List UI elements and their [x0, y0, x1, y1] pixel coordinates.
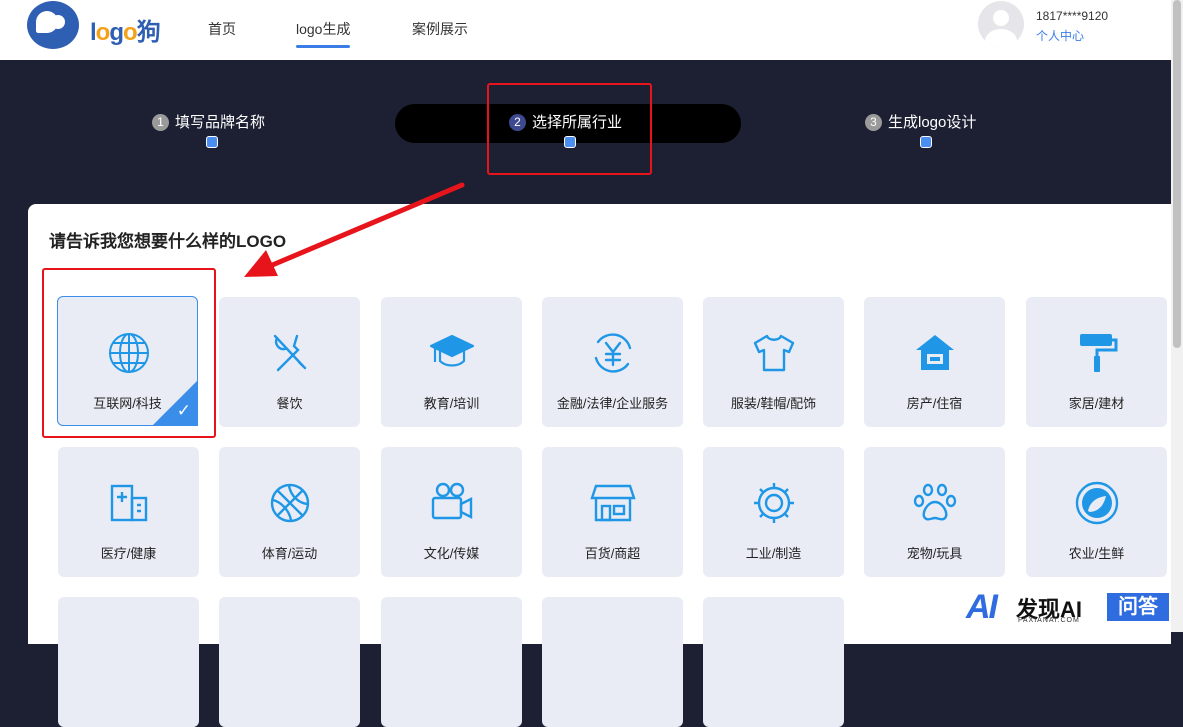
fork-knife-icon — [273, 334, 307, 372]
industry-card-agriculture[interactable]: 农业/生鲜 — [1026, 447, 1167, 577]
scroll-thumb[interactable] — [1173, 0, 1181, 348]
annotation-box-card — [42, 268, 216, 438]
industry-card-retail[interactable]: 百货/商超 — [542, 447, 683, 577]
industry-card-finance[interactable]: 金融/法律/企业服务 — [542, 297, 683, 427]
industry-card-catering[interactable]: 餐饮 — [219, 297, 360, 427]
user-center-link[interactable]: 个人中心 — [1036, 27, 1084, 44]
step-3[interactable]: 3 生成logo设计 — [865, 111, 976, 132]
avatar[interactable] — [978, 1, 1024, 47]
industry-card-row3-1[interactable] — [58, 597, 199, 727]
top-header: logo狗 首页 logo生成 案例展示 1817****9120 个人中心 — [0, 0, 1171, 60]
industry-label: 体育/运动 — [261, 546, 318, 561]
step-3-dot — [920, 136, 932, 148]
nav-logo-generate[interactable]: logo生成 — [296, 19, 351, 48]
scrollbar[interactable] — [1171, 0, 1183, 632]
industry-label: 宠物/玩具 — [906, 546, 963, 561]
industry-card-row3-3[interactable] — [381, 597, 522, 727]
logo-wordmark[interactable]: logo狗 — [90, 12, 161, 47]
step-1[interactable]: 1 填写品牌名称 — [152, 111, 265, 132]
industry-label: 餐饮 — [276, 396, 303, 411]
nav-home[interactable]: 首页 — [208, 19, 236, 39]
industry-card-row3-4[interactable] — [542, 597, 683, 727]
nav-cases[interactable]: 案例展示 — [412, 19, 468, 39]
industry-card-sports[interactable]: 体育/运动 — [219, 447, 360, 577]
industry-card-media[interactable]: 文化/传媒 — [381, 447, 522, 577]
paw-icon — [913, 483, 957, 521]
store-icon — [590, 484, 636, 522]
industry-label: 服装/鞋帽/配饰 — [730, 396, 817, 411]
house-icon — [916, 335, 954, 370]
basketball-icon — [270, 483, 310, 523]
tshirt-icon — [753, 334, 795, 372]
industry-card-realestate[interactable]: 房产/住宿 — [864, 297, 1005, 427]
yen-icon — [594, 333, 632, 373]
graduation-cap-icon — [429, 334, 475, 367]
hospital-icon — [110, 484, 148, 522]
industry-card-clothing[interactable]: 服装/鞋帽/配饰 — [703, 297, 844, 427]
industry-label: 医疗/健康 — [100, 546, 157, 561]
industry-card-pets[interactable]: 宠物/玩具 — [864, 447, 1005, 577]
industry-card-medical[interactable]: 医疗/健康 — [58, 447, 199, 577]
industry-label: 房产/住宿 — [906, 396, 963, 411]
industry-card-row3-5[interactable] — [703, 597, 844, 727]
dog-logo-icon[interactable] — [27, 1, 79, 49]
industry-card-industry[interactable]: 工业/制造 — [703, 447, 844, 577]
industry-card-home[interactable]: 家居/建材 — [1026, 297, 1167, 427]
industry-card-row3-2[interactable] — [219, 597, 360, 727]
industry-label: 文化/传媒 — [423, 546, 480, 561]
watermark-qa-badge: 问答 — [1107, 593, 1169, 621]
step-1-dot — [206, 136, 218, 148]
industry-label: 工业/制造 — [745, 546, 802, 561]
video-camera-icon — [431, 482, 473, 520]
leaf-icon — [1075, 481, 1119, 525]
annotation-box-step — [487, 83, 652, 175]
industry-label: 家居/建材 — [1068, 396, 1125, 411]
industry-card-education[interactable]: 教育/培训 — [381, 297, 522, 427]
industry-label: 农业/生鲜 — [1068, 546, 1125, 561]
gear-icon — [754, 483, 794, 523]
watermark-domain: FAXIANAI.COM — [1018, 617, 1080, 624]
industry-label: 百货/商超 — [584, 546, 641, 561]
industry-label: 金融/法律/企业服务 — [556, 396, 669, 411]
watermark-ai-logo: AI — [966, 588, 998, 626]
question-title: 请告诉我您想要什么样的LOGO — [49, 232, 287, 251]
industry-label: 教育/培训 — [423, 396, 480, 411]
user-phone: 1817****9120 — [1036, 9, 1109, 23]
paint-roller-icon — [1080, 334, 1118, 372]
